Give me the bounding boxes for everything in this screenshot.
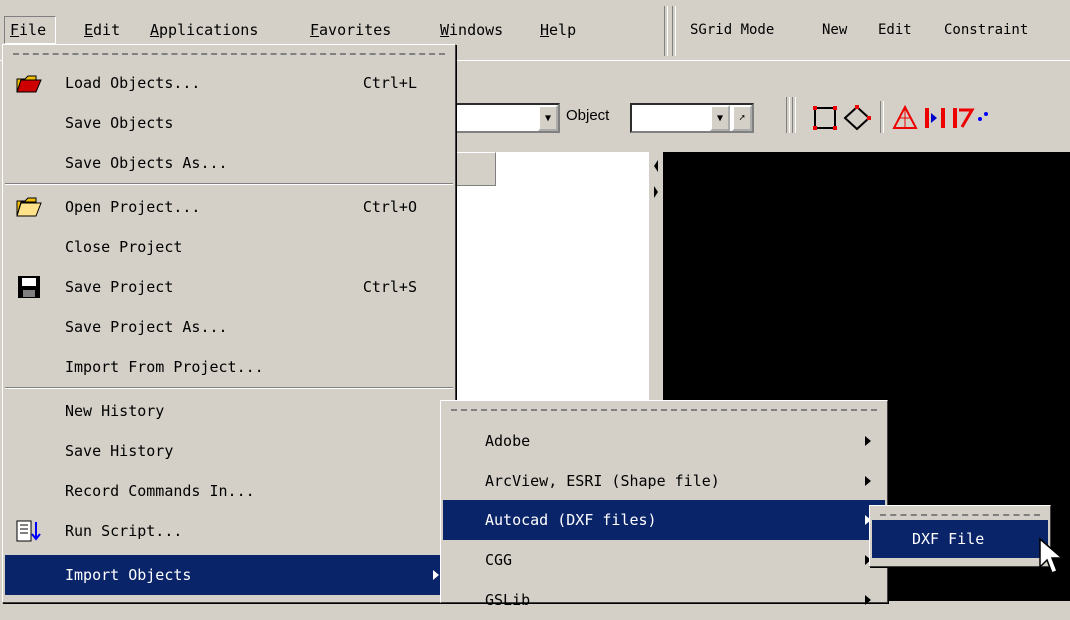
pick-arrow-icon[interactable]: ➚ xyxy=(732,105,752,131)
type-combo[interactable]: ▼ xyxy=(444,103,560,133)
menu-sgrid-constraint[interactable]: Constraint xyxy=(940,17,1032,43)
chevron-down-icon[interactable]: ▼ xyxy=(538,105,558,131)
object-label: Object xyxy=(566,107,610,124)
floppy-icon xyxy=(18,276,40,298)
menu-item-import-objects[interactable]: Import Objects xyxy=(5,555,453,595)
submenu-item-autocad[interactable]: Autocad (DXF files) xyxy=(443,500,885,540)
mouse-cursor-icon xyxy=(1039,537,1064,574)
menu-windows[interactable]: Windows xyxy=(436,17,507,43)
menu-item-run-script[interactable]: Run Script... xyxy=(5,511,453,551)
sgrid-menubar: SGrid Mode New Edit Constraint xyxy=(678,0,1070,60)
menu-separator xyxy=(5,387,453,389)
splitter-arrows-icon[interactable] xyxy=(651,158,661,198)
menu-tearoff[interactable] xyxy=(880,514,1040,516)
file-menu: Load Objects... Ctrl+L Save Objects Save… xyxy=(2,44,456,603)
menu-item-load-objects[interactable]: Load Objects... Ctrl+L xyxy=(5,63,453,103)
menu-item-save-objects[interactable]: Save Objects xyxy=(5,103,453,143)
submenu-item-arcview[interactable]: ArcView, ESRI (Shape file) xyxy=(443,461,885,501)
diamond-icon[interactable] xyxy=(842,103,872,133)
toolbar-divider xyxy=(792,97,796,133)
menu-edit[interactable]: Edit xyxy=(80,17,124,43)
menu-tearoff[interactable] xyxy=(451,409,877,411)
menu-tearoff[interactable] xyxy=(13,53,445,55)
submenu-item-cgg[interactable]: CGG xyxy=(443,540,885,580)
menu-item-close-project[interactable]: Close Project xyxy=(5,227,453,267)
menu-sgrid-edit[interactable]: Edit xyxy=(874,17,916,43)
menu-item-record-commands[interactable]: Record Commands In... xyxy=(5,471,453,511)
menu-item-save-history[interactable]: Save History xyxy=(5,431,453,471)
object-combo[interactable]: ▼ ➚ xyxy=(630,103,754,133)
menu-applications[interactable]: Applications xyxy=(146,17,262,43)
toolbar-divider xyxy=(880,101,884,133)
menu-item-import-from-project[interactable]: Import From Project... xyxy=(5,347,453,387)
menu-sgrid-new[interactable]: New xyxy=(818,17,851,43)
rectangle-icon[interactable] xyxy=(810,103,840,133)
dxf-submenu: DXF File xyxy=(869,505,1051,567)
submenu-item-dxf-file[interactable]: DXF File xyxy=(872,520,1048,558)
import-objects-submenu: Adobe ArcView, ESRI (Shape file) Autocad… xyxy=(440,400,888,609)
script-icon xyxy=(16,520,41,542)
toolbar-divider xyxy=(672,6,676,56)
menu-help[interactable]: Help xyxy=(536,17,580,43)
menu-file-pressed-frame xyxy=(4,16,56,44)
submenu-arrow-icon xyxy=(865,595,871,605)
triangle-mesh-icon[interactable] xyxy=(890,103,920,133)
menu-item-save-project[interactable]: Save Project Ctrl+S xyxy=(5,267,453,307)
dots-icon[interactable] xyxy=(974,103,994,133)
toolbar-divider xyxy=(664,6,668,56)
submenu-arrow-icon xyxy=(433,570,439,580)
menu-item-open-project[interactable]: Open Project... Ctrl+O xyxy=(5,187,453,227)
menu-sgrid-mode[interactable]: SGrid Mode xyxy=(686,17,778,43)
submenu-arrow-icon xyxy=(865,436,871,446)
menu-separator xyxy=(5,183,453,185)
chevron-down-icon[interactable]: ▼ xyxy=(710,105,730,131)
menu-item-save-project-as[interactable]: Save Project As... xyxy=(5,307,453,347)
open-folder-icon xyxy=(16,197,42,217)
submenu-item-adobe[interactable]: Adobe xyxy=(443,421,885,461)
open-red-folder-icon xyxy=(16,75,42,93)
menu-item-new-history[interactable]: New History xyxy=(5,391,453,431)
toolbar-divider xyxy=(786,97,790,133)
split-icon[interactable] xyxy=(920,103,950,133)
menu-item-save-objects-as[interactable]: Save Objects As... xyxy=(5,143,453,183)
submenu-arrow-icon xyxy=(865,476,871,486)
menu-favorites[interactable]: Favorites xyxy=(306,17,395,43)
submenu-item-gslib[interactable]: GSLib xyxy=(443,580,885,620)
